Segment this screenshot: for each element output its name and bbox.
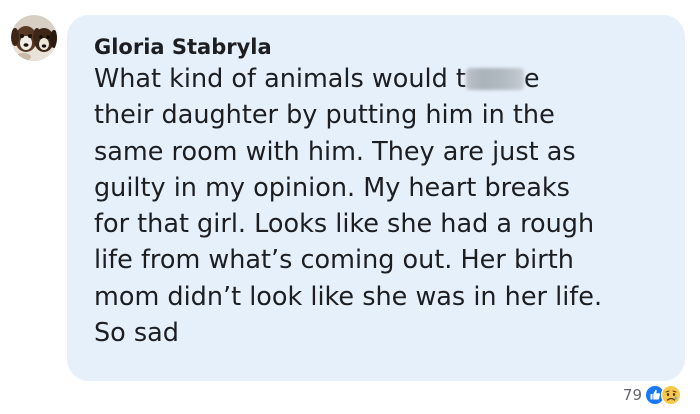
comment-text-fragment: e <box>523 64 540 94</box>
reactions-summary[interactable]: 79 <box>623 382 681 408</box>
comment-text-line: same room with him. They are just as <box>94 136 576 167</box>
comment-text: What kind of animals would t e their daug… <box>94 61 664 351</box>
sad-icon <box>661 385 681 405</box>
comment-text-line: So sad <box>94 318 179 349</box>
comment-text-line: their daughter by putting him in the <box>94 100 555 131</box>
comment-text-line: life from what’s coming out. Her birth <box>94 245 574 276</box>
reaction-count: 79 <box>622 386 642 404</box>
comment-author[interactable]: Gloria Stabryla <box>94 35 272 59</box>
avatar[interactable] <box>11 15 57 61</box>
comment-text-line: guilty in my opinion. My heart breaks <box>94 172 570 203</box>
comment: Gloria Stabryla What kind of animals wou… <box>0 0 700 414</box>
comment-bubble: Gloria Stabryla What kind of animals wou… <box>67 15 685 381</box>
comment-text-line: for that girl. Looks like she had a roug… <box>94 209 595 240</box>
comment-text-fragment: What kind of animals would t <box>94 64 466 94</box>
censored-text-blur <box>465 68 524 90</box>
comment-text-line: What kind of animals would t e <box>94 61 664 97</box>
comment-text-line: mom didn’t look like she was in her life… <box>94 281 603 312</box>
dog-avatar-image <box>11 15 57 61</box>
